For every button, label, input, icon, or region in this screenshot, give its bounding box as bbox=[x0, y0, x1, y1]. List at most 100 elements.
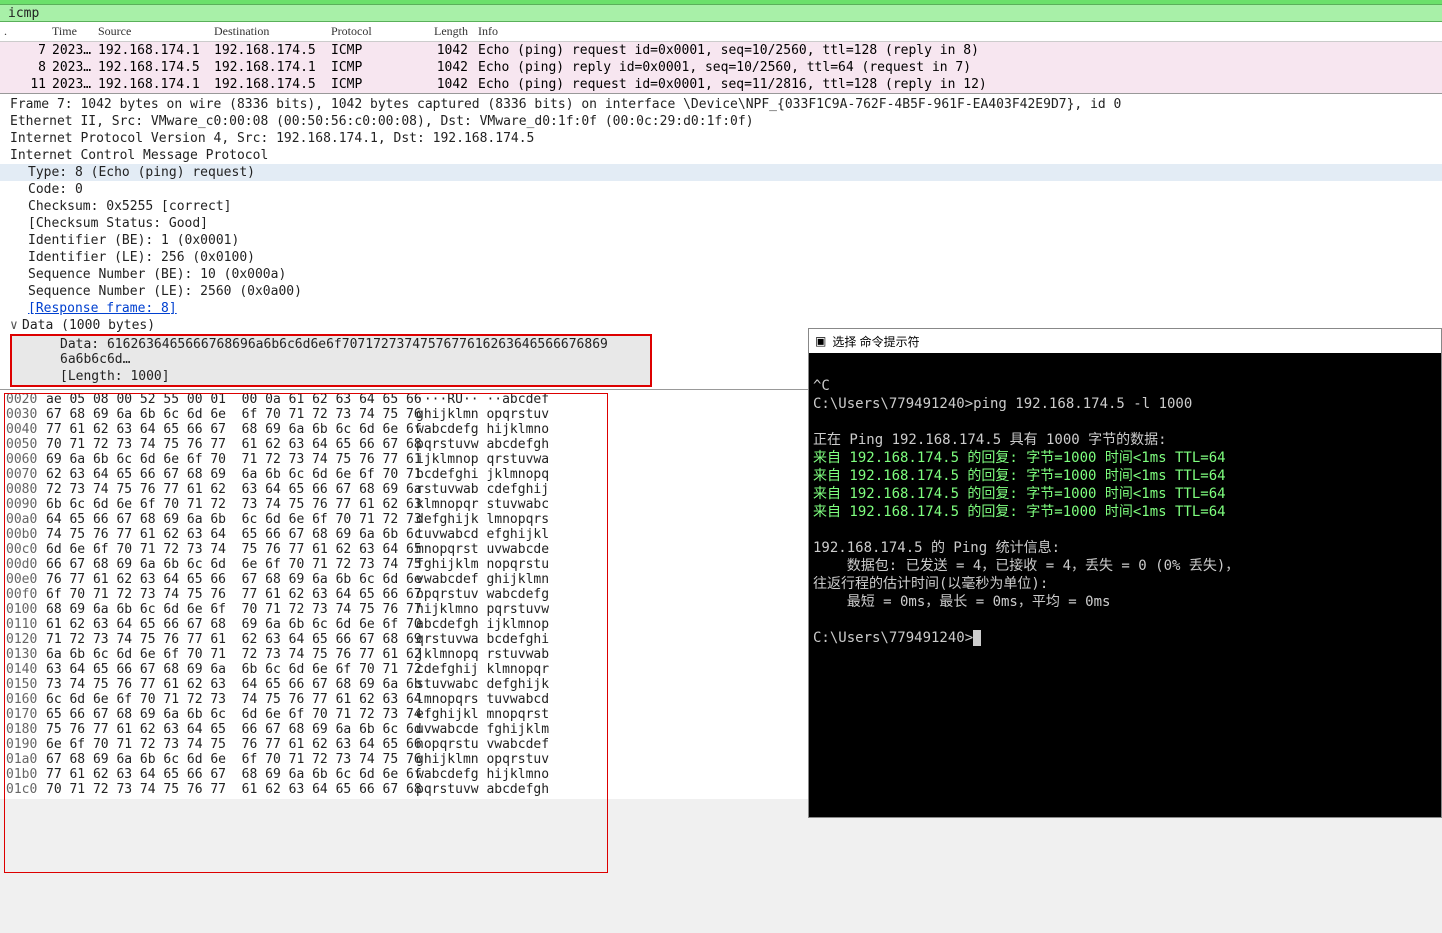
col-header-protocol[interactable]: Protocol bbox=[331, 24, 427, 39]
hex-offset: 0110 bbox=[6, 617, 46, 632]
hex-ascii: fghijklm nopqrstu bbox=[416, 557, 586, 572]
cmd-output[interactable]: ^C C:\Users\779491240>ping 192.168.174.5… bbox=[809, 353, 1441, 671]
hex-ascii: stuvwabc defghijk bbox=[416, 677, 586, 692]
hex-bytes: 6c 6d 6e 6f 70 71 72 73 74 75 76 77 61 6… bbox=[46, 692, 416, 707]
hex-bytes: ae 05 08 00 52 55 00 01 00 0a 61 62 63 6… bbox=[46, 392, 416, 407]
hex-offset: 0130 bbox=[6, 647, 46, 662]
cell-no: 11 bbox=[0, 77, 52, 92]
col-header-info[interactable]: Info bbox=[474, 24, 1442, 39]
detail-data-length[interactable]: [Length: 1000] bbox=[12, 368, 650, 385]
hex-bytes: 6b 6c 6d 6e 6f 70 71 72 73 74 75 76 77 6… bbox=[46, 497, 416, 512]
detail-id-be[interactable]: Identifier (BE): 1 (0x0001) bbox=[0, 232, 1442, 249]
hex-bytes: 75 76 77 61 62 63 64 65 66 67 68 69 6a 6… bbox=[46, 722, 416, 737]
hex-offset: 0060 bbox=[6, 452, 46, 467]
hex-bytes: 6d 6e 6f 70 71 72 73 74 75 76 77 61 62 6… bbox=[46, 542, 416, 557]
command-prompt-window[interactable]: ▣ 选择 命令提示符 ^C C:\Users\779491240>ping 19… bbox=[808, 328, 1442, 818]
hex-offset: 01b0 bbox=[6, 767, 46, 782]
hex-offset: 0120 bbox=[6, 632, 46, 647]
hex-bytes: 6f 70 71 72 73 74 75 76 77 61 62 63 64 6… bbox=[46, 587, 416, 602]
cell-len: 1042 bbox=[427, 43, 474, 58]
hex-bytes: 72 73 74 75 76 77 61 62 63 64 65 66 67 6… bbox=[46, 482, 416, 497]
detail-seq-be[interactable]: Sequence Number (BE): 10 (0x000a) bbox=[0, 266, 1442, 283]
cell-time: 2023… bbox=[52, 77, 98, 92]
hex-bytes: 70 71 72 73 74 75 76 77 61 62 63 64 65 6… bbox=[46, 782, 416, 797]
hex-offset: 0170 bbox=[6, 707, 46, 722]
cell-dst: 192.168.174.5 bbox=[214, 77, 331, 92]
cursor-icon bbox=[973, 630, 981, 646]
hex-ascii: bcdefghi jklmnopq bbox=[416, 467, 586, 482]
detail-icmp[interactable]: Internet Control Message Protocol bbox=[0, 147, 1442, 164]
detail-seq-le[interactable]: Sequence Number (LE): 2560 (0x0a00) bbox=[0, 283, 1442, 300]
hex-ascii: vwabcdef ghijklmn bbox=[416, 572, 586, 587]
hex-offset: 0160 bbox=[6, 692, 46, 707]
detail-checksum-status[interactable]: [Checksum Status: Good] bbox=[0, 215, 1442, 232]
hex-ascii: nopqrstu vwabcdef bbox=[416, 737, 586, 752]
hex-offset: 01c0 bbox=[6, 782, 46, 797]
hex-bytes: 62 63 64 65 66 67 68 69 6a 6b 6c 6d 6e 6… bbox=[46, 467, 416, 482]
cell-no: 7 bbox=[0, 43, 52, 58]
hex-ascii: jklmnopq rstuvwab bbox=[416, 647, 586, 662]
packet-row[interactable]: 7 2023… 192.168.174.1 192.168.174.5 ICMP… bbox=[0, 42, 1442, 59]
hex-bytes: 63 64 65 66 67 68 69 6a 6b 6c 6d 6e 6f 7… bbox=[46, 662, 416, 677]
cell-no: 8 bbox=[0, 60, 52, 75]
detail-ip[interactable]: Internet Protocol Version 4, Src: 192.16… bbox=[0, 130, 1442, 147]
hex-bytes: 77 61 62 63 64 65 66 67 68 69 6a 6b 6c 6… bbox=[46, 767, 416, 782]
detail-response-frame-link[interactable]: [Response frame: 8] bbox=[28, 301, 177, 316]
hex-offset: 00a0 bbox=[6, 512, 46, 527]
detail-type[interactable]: Type: 8 (Echo (ping) request) bbox=[0, 164, 1442, 181]
hex-ascii: hijklmno pqrstuvw bbox=[416, 602, 586, 617]
cmd-title-bar[interactable]: ▣ 选择 命令提示符 bbox=[809, 329, 1441, 353]
hex-offset: 0140 bbox=[6, 662, 46, 677]
detail-id-le[interactable]: Identifier (LE): 256 (0x0100) bbox=[0, 249, 1442, 266]
hex-ascii: mnopqrst uvwabcde bbox=[416, 542, 586, 557]
col-header-destination[interactable]: Destination bbox=[214, 24, 331, 39]
packet-row[interactable]: 11 2023… 192.168.174.1 192.168.174.5 ICM… bbox=[0, 76, 1442, 93]
detail-code[interactable]: Code: 0 bbox=[0, 181, 1442, 198]
packet-row[interactable]: 8 2023… 192.168.174.5 192.168.174.1 ICMP… bbox=[0, 59, 1442, 76]
col-header-time[interactable]: Time bbox=[52, 24, 98, 39]
hex-ascii: tuvwabcd efghijkl bbox=[416, 527, 586, 542]
hex-ascii: ghijklmn opqrstuv bbox=[416, 407, 586, 422]
cell-src: 192.168.174.5 bbox=[98, 60, 214, 75]
detail-checksum[interactable]: Checksum: 0x5255 [correct] bbox=[0, 198, 1442, 215]
hex-ascii: wabcdefg hijklmno bbox=[416, 422, 586, 437]
hex-bytes: 61 62 63 64 65 66 67 68 69 6a 6b 6c 6d 6… bbox=[46, 617, 416, 632]
detail-frame[interactable]: Frame 7: 1042 bytes on wire (8336 bits),… bbox=[0, 96, 1442, 113]
col-header-source[interactable]: Source bbox=[98, 24, 214, 39]
hex-bytes: 66 67 68 69 6a 6b 6c 6d 6e 6f 70 71 72 7… bbox=[46, 557, 416, 572]
packet-list-pane: . Time Source Destination Protocol Lengt… bbox=[0, 22, 1442, 93]
hex-ascii: ijklmnop qrstuvwa bbox=[416, 452, 586, 467]
detail-data-value[interactable]: Data: 6162636465666768696a6b6c6d6e6f7071… bbox=[12, 336, 650, 368]
hex-offset: 00e0 bbox=[6, 572, 46, 587]
display-filter-input[interactable] bbox=[8, 6, 208, 21]
hex-offset: 01a0 bbox=[6, 752, 46, 767]
hex-bytes: 77 61 62 63 64 65 66 67 68 69 6a 6b 6c 6… bbox=[46, 422, 416, 437]
hex-offset: 00f0 bbox=[6, 587, 46, 602]
cmd-title-text: 选择 命令提示符 bbox=[832, 333, 919, 350]
hex-ascii: defghijk lmnopqrs bbox=[416, 512, 586, 527]
packet-list-header: . Time Source Destination Protocol Lengt… bbox=[0, 22, 1442, 42]
hex-ascii: klmnopqr stuvwabc bbox=[416, 497, 586, 512]
hex-offset: 00c0 bbox=[6, 542, 46, 557]
hex-bytes: 73 74 75 76 77 61 62 63 64 65 66 67 68 6… bbox=[46, 677, 416, 692]
chevron-down-icon[interactable]: ∨ bbox=[10, 318, 22, 333]
hex-bytes: 67 68 69 6a 6b 6c 6d 6e 6f 70 71 72 73 7… bbox=[46, 407, 416, 422]
col-header-length[interactable]: Length bbox=[427, 24, 474, 39]
display-filter-bar[interactable] bbox=[0, 4, 1442, 22]
cell-dst: 192.168.174.5 bbox=[214, 43, 331, 58]
cell-info: Echo (ping) reply id=0x0001, seq=10/2560… bbox=[474, 60, 1442, 75]
hex-offset: 0190 bbox=[6, 737, 46, 752]
hex-ascii: abcdefgh ijklmnop bbox=[416, 617, 586, 632]
hex-ascii: ghijklmn opqrstuv bbox=[416, 752, 586, 767]
cell-src: 192.168.174.1 bbox=[98, 77, 214, 92]
hex-offset: 0070 bbox=[6, 467, 46, 482]
hex-bytes: 74 75 76 77 61 62 63 64 65 66 67 68 69 6… bbox=[46, 527, 416, 542]
hex-ascii: qrstuvwa bcdefghi bbox=[416, 632, 586, 647]
hex-bytes: 65 66 67 68 69 6a 6b 6c 6d 6e 6f 70 71 7… bbox=[46, 707, 416, 722]
hex-ascii: lmnopqrs tuvwabcd bbox=[416, 692, 586, 707]
cell-src: 192.168.174.1 bbox=[98, 43, 214, 58]
hex-bytes: 70 71 72 73 74 75 76 77 61 62 63 64 65 6… bbox=[46, 437, 416, 452]
hex-offset: 0150 bbox=[6, 677, 46, 692]
detail-eth[interactable]: Ethernet II, Src: VMware_c0:00:08 (00:50… bbox=[0, 113, 1442, 130]
col-header-no[interactable]: . bbox=[0, 24, 52, 39]
